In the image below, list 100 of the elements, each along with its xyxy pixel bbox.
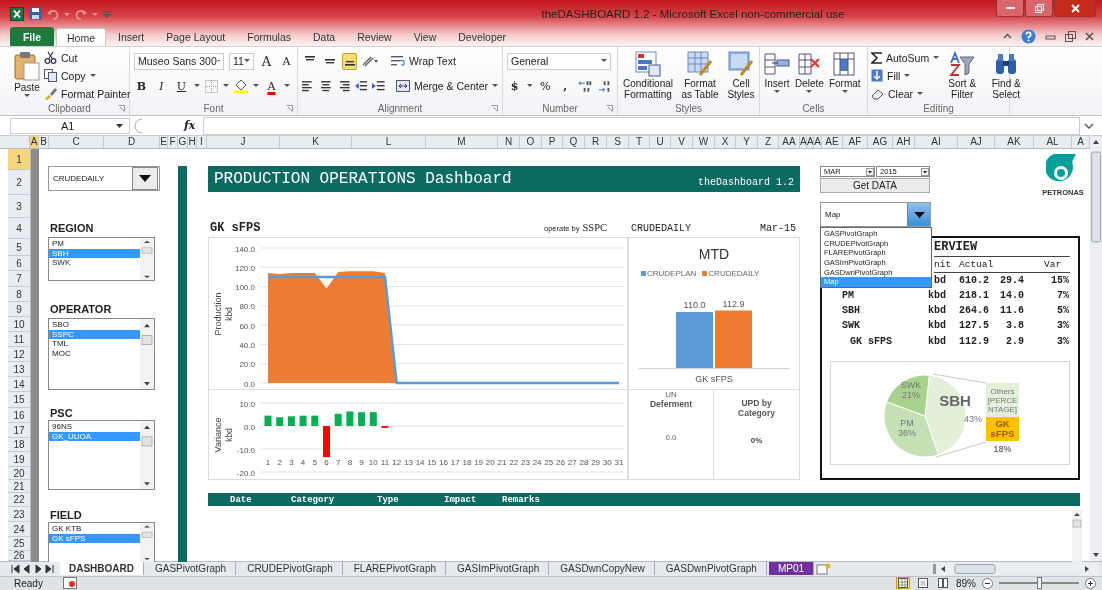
row-header[interactable]: 12	[8, 347, 30, 363]
spreadsheet-icon[interactable]	[10, 6, 24, 21]
column-header[interactable]: AA	[779, 136, 800, 149]
column-header[interactable]: Z	[758, 136, 779, 149]
cell-button[interactable]: Insert	[763, 50, 791, 95]
name-box[interactable]: A1	[10, 117, 130, 134]
row-header[interactable]: 4	[8, 218, 30, 240]
bold-button[interactable]: B	[134, 77, 149, 95]
autosum-button[interactable]: AutoSum	[871, 50, 940, 65]
zoom-out-icon[interactable]	[982, 577, 993, 589]
column-header[interactable]: Y	[736, 136, 758, 149]
filter-list[interactable]: SBO SSPC TML MOC	[48, 318, 155, 391]
column-header[interactable]: B	[39, 136, 49, 149]
column-header[interactable]: A	[807, 136, 814, 149]
column-header[interactable]: N	[498, 136, 520, 149]
borders-icon[interactable]	[205, 79, 218, 93]
ribbon-tab[interactable]: Home	[56, 28, 106, 46]
row-header[interactable]: 11	[8, 332, 30, 348]
scrollbar[interactable]	[1072, 510, 1082, 563]
scrollbar[interactable]	[140, 523, 154, 563]
style-button[interactable]: Format as Table	[678, 50, 722, 101]
ribbon-tab[interactable]: View	[403, 28, 447, 46]
column-header[interactable]: D	[104, 136, 160, 149]
row-header[interactable]: 8	[8, 287, 30, 303]
increase-indent-icon[interactable]	[372, 80, 385, 92]
fill-color-icon[interactable]	[234, 79, 248, 93]
normal-view-button[interactable]	[896, 577, 910, 590]
column-header[interactable]: K	[280, 136, 352, 149]
list-item[interactable]: MOC	[49, 348, 140, 359]
restore-icon[interactable]	[1065, 31, 1076, 42]
column-header[interactable]: P	[542, 136, 563, 149]
zoom-level[interactable]: 89%	[956, 577, 976, 589]
filter-list[interactable]: GK KTB GK sFPS	[48, 522, 155, 563]
filter-list[interactable]: 96NS GK_UUOA	[48, 420, 155, 491]
number-format-field[interactable]: General	[507, 52, 611, 70]
row-header[interactable]: 20	[8, 467, 30, 481]
filter-list[interactable]: PM SBH SWK	[48, 237, 155, 282]
restore-button[interactable]	[1025, 0, 1053, 17]
row-header[interactable]: 13	[8, 362, 30, 378]
shrink-font-button[interactable]: A	[278, 52, 294, 70]
row-header[interactable]: 5	[8, 239, 30, 257]
increase-decimal-icon[interactable]	[577, 79, 593, 93]
column-header[interactable]: A	[800, 136, 807, 149]
formula-input[interactable]	[203, 116, 1080, 135]
font-color-button[interactable]: A	[264, 77, 279, 95]
sheet-tab[interactable]: MP01	[768, 562, 815, 576]
align-left-icon[interactable]	[302, 80, 315, 92]
row-header[interactable]: 25	[8, 537, 30, 552]
percent-button[interactable]: %	[537, 77, 553, 95]
measure-dropdown[interactable]: CRUDEDAILY	[48, 166, 160, 192]
minimize-button[interactable]	[996, 0, 1024, 17]
caret-icon[interactable]	[223, 84, 229, 88]
row-header[interactable]: 18	[8, 438, 30, 453]
close-button[interactable]	[1054, 0, 1096, 17]
scrollbar[interactable]	[140, 421, 154, 490]
column-header[interactable]: AE	[822, 136, 843, 149]
row-header[interactable]: 15	[8, 392, 30, 409]
scrollbar[interactable]	[140, 319, 154, 390]
dialog-launcher-icon[interactable]	[491, 105, 498, 112]
caret-icon[interactable]	[527, 84, 533, 88]
row-header[interactable]: 2	[8, 170, 30, 196]
column-header[interactable]: L	[352, 136, 426, 149]
paste-button[interactable]: Paste	[13, 50, 41, 99]
column-header[interactable]: I	[197, 136, 207, 149]
wrap-text-button[interactable]: Wrap Text	[391, 53, 456, 69]
row-header[interactable]: 3	[8, 195, 30, 219]
font-name-field[interactable]: Museo Sans 300	[134, 52, 224, 70]
ribbon-tab[interactable]: Developer	[448, 28, 517, 46]
column-header[interactable]: W	[693, 136, 715, 149]
column-header[interactable]: A	[30, 136, 39, 149]
row-header[interactable]: 22	[8, 493, 30, 508]
dialog-launcher-icon[interactable]	[118, 105, 125, 112]
macro-record-icon[interactable]	[62, 577, 77, 590]
row-header[interactable]: 24	[8, 522, 30, 538]
align-button[interactable]	[342, 52, 357, 70]
currency-button[interactable]: $	[507, 77, 522, 95]
caret-icon[interactable]	[284, 84, 290, 88]
ribbon-tab[interactable]: Insert	[108, 28, 155, 46]
row-header[interactable]: 7	[8, 271, 30, 288]
list-item[interactable]: SWK	[49, 258, 140, 268]
minimize-icon[interactable]	[1045, 32, 1056, 41]
row-header[interactable]: 9	[8, 302, 30, 318]
column-header[interactable]: G	[178, 136, 188, 149]
column-header[interactable]: J	[207, 136, 280, 149]
format-painter-button[interactable]: Format Painter	[44, 86, 131, 101]
page-layout-button[interactable]	[916, 577, 930, 590]
column-header[interactable]: U	[650, 136, 671, 149]
column-header[interactable]: C	[49, 136, 104, 149]
style-button[interactable]: Cell Styles	[725, 50, 757, 101]
copy-button[interactable]: Copy	[44, 68, 131, 83]
row-header[interactable]: 21	[8, 480, 30, 494]
scrollbar[interactable]	[1090, 136, 1102, 562]
column-header[interactable]: X	[715, 136, 736, 149]
underline-button[interactable]: U	[174, 77, 189, 95]
column-header[interactable]: AJ	[958, 136, 995, 149]
scrollbar[interactable]	[140, 238, 154, 281]
list-item[interactable]: SBO	[49, 320, 140, 330]
comma-button[interactable]: ,	[557, 77, 573, 95]
column-header[interactable]: R	[585, 136, 607, 149]
column-header[interactable]: O	[520, 136, 542, 149]
